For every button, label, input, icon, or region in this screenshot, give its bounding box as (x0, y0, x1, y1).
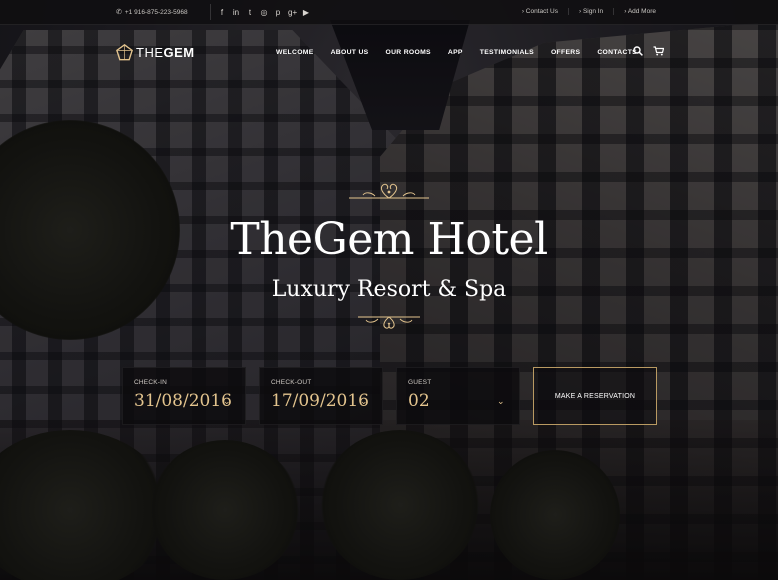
facebook-icon[interactable]: f (218, 8, 226, 17)
search-icon[interactable] (633, 46, 643, 56)
contact-us-link[interactable]: Contact Us (512, 8, 568, 15)
nav-welcome[interactable]: WELCOME (276, 49, 314, 56)
nav-our-rooms[interactable]: OUR ROOMS (386, 49, 431, 56)
pinterest-icon[interactable]: p (274, 8, 282, 17)
nav-testimonials[interactable]: TESTIMONIALS (480, 49, 534, 56)
hero-subtitle: Luxury Resort & Spa (271, 277, 507, 302)
main-nav: WELCOME ABOUT US OUR ROOMS APP TESTIMONI… (276, 49, 654, 56)
phone-icon: ✆ (116, 9, 122, 16)
chevron-down-icon[interactable]: ⌄ (497, 396, 505, 407)
guest-label: GUEST (408, 379, 432, 386)
nav-about-us[interactable]: ABOUT US (331, 49, 369, 56)
checkin-field[interactable]: CHECK-IN 31/08/2016 ⌄ (122, 367, 246, 425)
chevron-down-icon[interactable]: ⌄ (360, 396, 368, 407)
nav-offers[interactable]: OFFERS (551, 49, 580, 56)
phone-contact[interactable]: ✆ +1 916-875-223-5968 (116, 8, 188, 17)
hero-title: TheGem Hotel (230, 214, 548, 265)
phone-number: +1 916-875-223-5968 (124, 8, 188, 16)
checkin-value: 31/08/2016 (134, 391, 232, 411)
top-links: Contact Us Sign In Add More (512, 8, 666, 15)
nav-app[interactable]: APP (448, 49, 463, 56)
checkin-label: CHECK-IN (134, 379, 168, 386)
ornament-bottom-icon (358, 316, 420, 329)
linkedin-icon[interactable]: in (232, 8, 240, 17)
guest-value: 02 (408, 391, 430, 411)
cart-icon[interactable] (653, 46, 664, 56)
checkout-value: 17/09/2016 (271, 391, 369, 411)
gem-logo-icon (116, 44, 133, 61)
nav-icons (633, 46, 664, 56)
googleplus-icon[interactable]: g+ (288, 8, 297, 17)
checkout-label: CHECK-OUT (271, 379, 312, 386)
twitter-icon[interactable]: t (246, 8, 254, 17)
checkout-field[interactable]: CHECK-OUT 17/09/2016 ⌄ (259, 367, 383, 425)
top-bar: ✆ +1 916-875-223-5968 f in t ◎ p g+ ▶ Co… (0, 0, 778, 25)
guest-field[interactable]: GUEST 02 ⌄ (396, 367, 520, 425)
ornament-top-icon (349, 183, 429, 199)
nav-contacts[interactable]: CONTACTS (597, 49, 637, 56)
site-logo[interactable]: THEGEM (116, 44, 195, 61)
logo-text: THEGEM (136, 45, 195, 60)
chevron-down-icon[interactable]: ⌄ (223, 396, 231, 407)
add-more-link[interactable]: Add More (613, 8, 666, 15)
youtube-icon[interactable]: ▶ (302, 8, 310, 17)
social-links: f in t ◎ p g+ ▶ (210, 4, 310, 20)
make-reservation-button[interactable]: MAKE A RESERVATION (533, 367, 657, 425)
instagram-icon[interactable]: ◎ (260, 8, 268, 17)
sign-in-link[interactable]: Sign In (567, 8, 613, 15)
